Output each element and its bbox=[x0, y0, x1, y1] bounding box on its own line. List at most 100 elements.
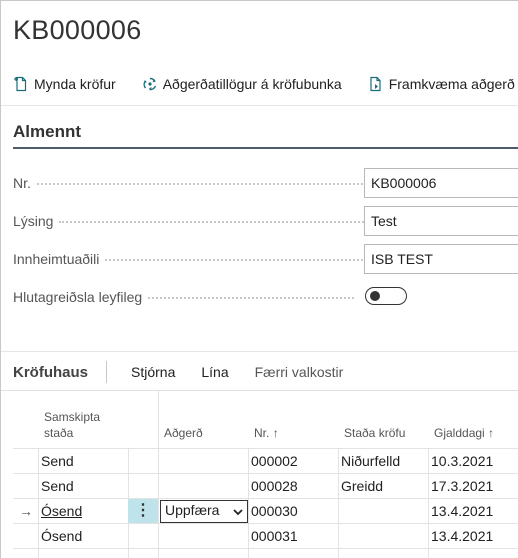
create-claims-label: Mynda kröfur bbox=[34, 76, 116, 92]
column-status-line2: staða bbox=[44, 426, 74, 440]
column-status-line1: Samskipta bbox=[44, 410, 101, 424]
cell-due-date[interactable]: 17.3.2021 bbox=[431, 474, 493, 498]
grid-line bbox=[158, 499, 159, 523]
grid-line bbox=[158, 449, 159, 473]
grid-line bbox=[338, 524, 339, 548]
grid-line bbox=[428, 549, 429, 558]
grid-line bbox=[248, 499, 249, 523]
grid-line bbox=[428, 474, 429, 498]
chevron-down-icon bbox=[233, 509, 243, 516]
field-partial-payment-label: Hlutagreiðsla leyfileg bbox=[13, 289, 143, 305]
column-number[interactable]: Nr. ↑ bbox=[254, 425, 279, 441]
grid-line bbox=[428, 499, 429, 523]
suggest-actions-button[interactable]: Aðgerðatillögur á kröfubunka bbox=[142, 76, 342, 92]
field-collector-label: Innheimtuaðili bbox=[13, 251, 100, 267]
column-due-date-label: Gjalddagi bbox=[434, 426, 485, 440]
cell-number[interactable]: 000028 bbox=[251, 474, 298, 498]
execute-action-label: Framkvæma aðgerð bbox=[388, 76, 515, 92]
cell-claim-status[interactable]: Niðurfelld bbox=[341, 449, 400, 473]
grid-line bbox=[338, 449, 339, 473]
grid-line bbox=[338, 549, 339, 558]
field-description-label: Lýsing bbox=[13, 213, 54, 229]
field-description: Lýsing Test bbox=[13, 206, 518, 236]
cell-status[interactable]: Ósend bbox=[41, 499, 82, 523]
grid-line bbox=[38, 524, 39, 548]
grid-line bbox=[248, 524, 249, 548]
grid-line bbox=[128, 549, 129, 558]
page-frame: KB000006 Mynda kröfur Aðgerðatillögur á … bbox=[0, 0, 518, 558]
grid-line bbox=[158, 474, 159, 498]
column-number-label: Nr. bbox=[254, 426, 270, 440]
grid-line bbox=[428, 449, 429, 473]
manage-menu[interactable]: Stjórna bbox=[131, 364, 175, 380]
general-section-rule bbox=[13, 147, 518, 149]
action-select-value: Uppfæra bbox=[165, 502, 220, 518]
cell-number[interactable]: 000030 bbox=[251, 499, 298, 523]
field-number: Nr. KB000006 bbox=[13, 168, 518, 198]
action-bar: Mynda kröfur Aðgerðatillögur á kröfubunk… bbox=[13, 73, 518, 95]
cell-claim-status[interactable]: Greidd bbox=[341, 474, 383, 498]
cell-due-date[interactable]: 13.4.2021 bbox=[431, 499, 493, 523]
column-action[interactable]: Aðgerð bbox=[164, 425, 203, 441]
action-bar-divider bbox=[1, 105, 518, 106]
grid-line bbox=[128, 474, 129, 498]
subpage-header: Kröfuhaus Stjórna Lína Færri valkostir bbox=[13, 361, 369, 383]
grid-line bbox=[158, 524, 159, 548]
grid-line bbox=[38, 474, 39, 498]
field-collector: Innheimtuaðili ISB TEST bbox=[13, 244, 518, 274]
grid-line bbox=[38, 449, 39, 473]
grid-line bbox=[248, 449, 249, 473]
column-status[interactable]: Samskipta staða bbox=[44, 409, 100, 441]
partial-payment-toggle[interactable] bbox=[365, 287, 407, 305]
grid-line bbox=[428, 524, 429, 548]
table-row[interactable]: Ósend 000031 13.4.2021 bbox=[13, 523, 518, 548]
sort-ascending-icon: ↑ bbox=[488, 426, 495, 440]
execute-document-icon bbox=[370, 76, 381, 92]
subpage-title[interactable]: Kröfuhaus bbox=[13, 364, 88, 381]
field-number-label: Nr. bbox=[13, 175, 31, 191]
create-document-icon bbox=[14, 76, 27, 92]
sort-ascending-icon: ↑ bbox=[272, 426, 279, 440]
row-menu-icon[interactable]: ⋮ bbox=[128, 499, 158, 523]
fewer-options-button[interactable]: Færri valkostir bbox=[255, 364, 344, 380]
collector-input[interactable]: ISB TEST bbox=[364, 244, 518, 274]
create-claims-button[interactable]: Mynda kröfur bbox=[13, 76, 116, 92]
number-input[interactable]: KB000006 bbox=[364, 168, 518, 198]
table-row-selected[interactable]: → Ósend ⋮ Uppfæra 000030 13.4.2021 bbox=[13, 498, 518, 523]
recycle-suggest-icon bbox=[143, 77, 156, 91]
current-row-arrow-icon: → bbox=[19, 503, 33, 519]
page-title: KB000006 bbox=[13, 15, 142, 45]
cell-status[interactable]: Send bbox=[41, 474, 74, 498]
subpage-divider bbox=[1, 351, 518, 352]
execute-action-button[interactable]: Framkvæma aðgerð bbox=[368, 76, 515, 92]
table-row-partial bbox=[13, 548, 518, 558]
table-row[interactable]: Send 000002 Niðurfelld 10.3.2021 bbox=[13, 448, 518, 473]
subpage-header-separator bbox=[106, 361, 107, 383]
grid-line bbox=[38, 549, 39, 558]
field-partial-payment: Hlutagreiðsla leyfileg bbox=[13, 282, 518, 312]
grid-line bbox=[128, 524, 129, 548]
cell-status[interactable]: Ósend bbox=[41, 524, 82, 548]
cell-number[interactable]: 000002 bbox=[251, 449, 298, 473]
cell-status[interactable]: Send bbox=[41, 449, 74, 473]
grid-line bbox=[158, 549, 159, 558]
toggle-knob bbox=[370, 291, 380, 301]
cell-due-date[interactable]: 13.4.2021 bbox=[431, 524, 493, 548]
grid-line bbox=[38, 499, 39, 523]
leader-dots bbox=[148, 297, 354, 299]
line-menu[interactable]: Lína bbox=[201, 364, 228, 380]
column-claim-status[interactable]: Staða kröfu bbox=[344, 425, 405, 441]
frozen-column-separator bbox=[158, 391, 159, 448]
grid-line bbox=[338, 474, 339, 498]
suggest-actions-label: Aðgerðatillögur á kröfubunka bbox=[162, 76, 342, 92]
grid-line bbox=[248, 549, 249, 558]
grid-line bbox=[128, 449, 129, 473]
cell-number[interactable]: 000031 bbox=[251, 524, 298, 548]
action-select[interactable]: Uppfæra bbox=[160, 500, 248, 523]
table-row[interactable]: Send 000028 Greidd 17.3.2021 bbox=[13, 473, 518, 498]
general-section-title[interactable]: Almennt bbox=[13, 122, 81, 142]
column-due-date[interactable]: Gjalddagi ↑ bbox=[434, 425, 494, 441]
description-input[interactable]: Test bbox=[364, 206, 518, 236]
grid-line bbox=[338, 499, 339, 523]
cell-due-date[interactable]: 10.3.2021 bbox=[431, 449, 493, 473]
